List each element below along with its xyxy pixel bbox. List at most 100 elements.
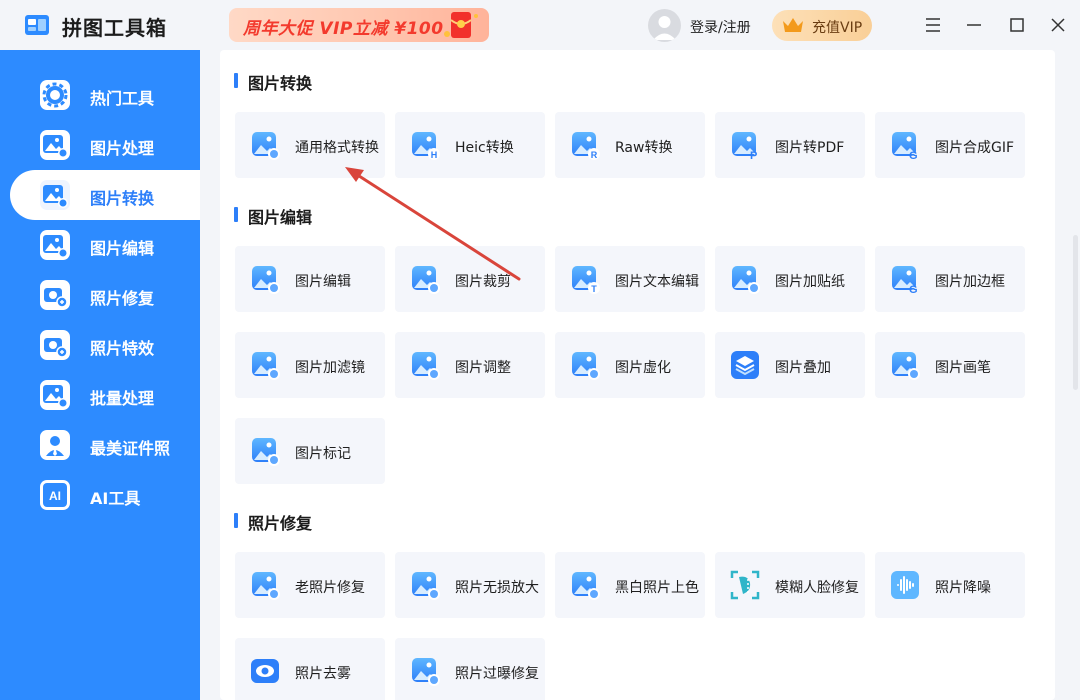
sidebar-item[interactable]: 最美证件照 bbox=[10, 420, 200, 470]
sidebar: 热门工具图片处理图片转换图片编辑照片修复照片特效批量处理最美证件照 AI AI工具 bbox=[0, 50, 200, 700]
denoise-icon bbox=[889, 569, 921, 601]
tool-panel: 图片转换通用格式转换 H Heic转换 R Raw转换 P 图片转PDF G 图片合成GIF 图片… bbox=[220, 50, 1055, 700]
brush-icon bbox=[889, 349, 921, 381]
tool-card-label: 图片叠加 bbox=[775, 360, 831, 376]
tool-card[interactable]: 照片无损放大 bbox=[395, 552, 545, 618]
sidebar-item-label: 最美证件照 bbox=[90, 439, 171, 458]
tool-card[interactable]: T 图片文本编辑 bbox=[555, 246, 705, 312]
sidebar-item-label: 图片转换 bbox=[90, 189, 155, 208]
svg-text:T: T bbox=[591, 284, 597, 294]
sidebar-item-label: 照片特效 bbox=[90, 339, 155, 358]
sidebar-item-label: 图片处理 bbox=[90, 139, 155, 158]
sidebar-item[interactable]: 批量处理 bbox=[10, 370, 200, 420]
image-convert-icon bbox=[40, 180, 70, 210]
format-convert-icon bbox=[249, 129, 281, 161]
svg-text:G: G bbox=[909, 150, 918, 161]
vip-label: 充值VIP bbox=[812, 20, 863, 36]
promo-text: 周年大促 VIP立减 ¥100 bbox=[243, 19, 444, 39]
layers-icon bbox=[729, 349, 761, 381]
tool-card-label: 图片转PDF bbox=[775, 140, 845, 156]
tool-card-label: 图片画笔 bbox=[935, 360, 991, 376]
tool-card[interactable]: 图片画笔 bbox=[875, 332, 1025, 398]
tool-card-label: 图片编辑 bbox=[295, 274, 351, 290]
tool-card[interactable]: 老照片修复 bbox=[235, 552, 385, 618]
svg-text:H: H bbox=[431, 150, 438, 160]
svg-text:AI: AI bbox=[49, 489, 61, 503]
section-title: 照片修复 bbox=[234, 510, 312, 534]
tool-card[interactable]: 图片加滤镜 bbox=[235, 332, 385, 398]
maximize-icon[interactable] bbox=[1005, 13, 1029, 37]
image-edit-icon bbox=[40, 230, 70, 260]
sidebar-item[interactable]: 图片处理 bbox=[10, 120, 200, 170]
border-icon: G bbox=[889, 263, 921, 296]
tool-card-label: 照片无损放大 bbox=[455, 580, 539, 596]
tool-card-label: Raw转换 bbox=[615, 140, 673, 156]
sidebar-item-label: 图片编辑 bbox=[90, 239, 155, 258]
title-bar: 拼图工具箱 周年大促 VIP立减 ¥100 登录/注册 充值VIP bbox=[0, 0, 1080, 50]
toolbox-logo-icon bbox=[25, 15, 49, 35]
tool-card-label: 图片裁剪 bbox=[455, 274, 511, 290]
tool-card[interactable]: G 图片合成GIF bbox=[875, 112, 1025, 178]
tool-card-label: 老照片修复 bbox=[295, 580, 365, 596]
tool-card[interactable]: 通用格式转换 bbox=[235, 112, 385, 178]
svg-text:R: R bbox=[591, 150, 598, 160]
tool-card[interactable]: 照片降噪 bbox=[875, 552, 1025, 618]
crop-icon bbox=[409, 263, 441, 295]
tool-card-label: 图片文本编辑 bbox=[615, 274, 699, 290]
sidebar-item-label: AI工具 bbox=[90, 489, 141, 508]
tool-card[interactable]: 照片过曝修复 bbox=[395, 638, 545, 700]
tool-card[interactable]: G 图片加边框 bbox=[875, 246, 1025, 312]
user-avatar[interactable] bbox=[648, 9, 681, 42]
tool-card[interactable]: 图片裁剪 bbox=[395, 246, 545, 312]
dehaze-icon bbox=[249, 655, 281, 687]
red-envelope-icon bbox=[444, 12, 478, 38]
sidebar-item-label: 热门工具 bbox=[90, 89, 155, 108]
svg-text:G: G bbox=[909, 284, 918, 295]
tool-card[interactable]: P 图片转PDF bbox=[715, 112, 865, 178]
sidebar-item[interactable]: 照片特效 bbox=[10, 320, 200, 370]
tool-card[interactable]: 图片编辑 bbox=[235, 246, 385, 312]
filter-icon bbox=[249, 349, 281, 381]
minimize-icon[interactable] bbox=[962, 13, 986, 37]
tool-card[interactable]: 图片加贴纸 bbox=[715, 246, 865, 312]
promo-banner[interactable]: 周年大促 VIP立减 ¥100 bbox=[229, 8, 489, 42]
sidebar-item-label: 照片修复 bbox=[90, 289, 155, 308]
image-batch-icon bbox=[40, 380, 70, 410]
tool-card[interactable]: 图片虚化 bbox=[555, 332, 705, 398]
sidebar-item[interactable]: 照片修复 bbox=[10, 270, 200, 320]
tool-card[interactable]: 照片去雾 bbox=[235, 638, 385, 700]
svg-text:P: P bbox=[750, 150, 757, 161]
tool-card[interactable]: 模糊人脸修复 bbox=[715, 552, 865, 618]
tool-card-label: 黑白照片上色 bbox=[615, 580, 699, 596]
upscale-icon bbox=[409, 569, 441, 601]
tool-card[interactable]: 图片调整 bbox=[395, 332, 545, 398]
tool-card-label: 图片调整 bbox=[455, 360, 511, 376]
marker-icon bbox=[249, 435, 281, 467]
blur-icon bbox=[569, 349, 601, 381]
sidebar-item-label: 批量处理 bbox=[90, 389, 155, 408]
menu-icon[interactable] bbox=[921, 13, 945, 37]
section-title: 图片转换 bbox=[234, 70, 312, 94]
tool-card[interactable]: 图片标记 bbox=[235, 418, 385, 484]
heic-icon: H bbox=[409, 129, 441, 161]
sidebar-item[interactable]: 热门工具 bbox=[10, 70, 200, 120]
tool-card[interactable]: H Heic转换 bbox=[395, 112, 545, 178]
tool-card[interactable]: 黑白照片上色 bbox=[555, 552, 705, 618]
sticker-icon bbox=[729, 263, 761, 295]
tool-card-label: 照片去雾 bbox=[295, 666, 351, 682]
close-icon[interactable] bbox=[1046, 13, 1070, 37]
camera-wand-icon bbox=[40, 330, 70, 360]
tool-card[interactable]: R Raw转换 bbox=[555, 112, 705, 178]
gear-icon bbox=[40, 80, 70, 110]
tool-card[interactable]: 图片叠加 bbox=[715, 332, 865, 398]
tool-card-label: 图片加边框 bbox=[935, 274, 1005, 290]
scrollbar[interactable] bbox=[1073, 235, 1078, 390]
recharge-vip-button[interactable]: 充值VIP bbox=[772, 10, 872, 41]
sidebar-item[interactable]: 图片编辑 bbox=[10, 220, 200, 270]
sidebar-item[interactable]: AI AI工具 bbox=[10, 470, 200, 520]
pdf-icon: P bbox=[729, 129, 761, 162]
login-register-link[interactable]: 登录/注册 bbox=[690, 17, 751, 37]
tool-card-label: 图片加滤镜 bbox=[295, 360, 365, 376]
tool-card-label: 模糊人脸修复 bbox=[775, 580, 859, 596]
sidebar-item[interactable]: 图片转换 bbox=[10, 170, 200, 220]
